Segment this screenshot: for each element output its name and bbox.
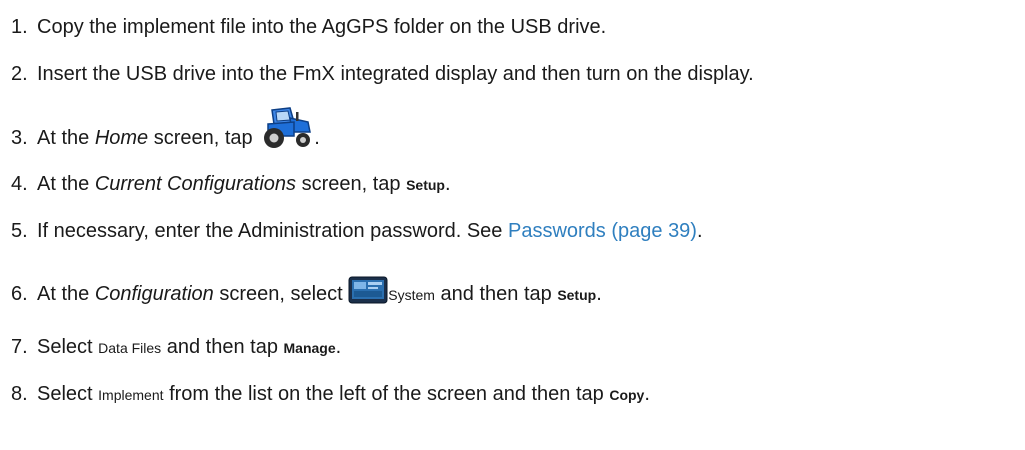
step-5: 5. If necessary, enter the Administration… [11, 220, 703, 242]
step-number: 2. [11, 63, 28, 85]
data-files-item-label: Data Files [98, 340, 162, 356]
step-number: 7. [11, 336, 28, 358]
step-number: 1. [11, 16, 28, 38]
step-6: 6. At the Configuration screen, select Sy… [11, 276, 602, 312]
system-item-label: System [388, 287, 435, 303]
screen-name: Home [94, 127, 149, 149]
step-text: Insert the USB drive into the FmX integr… [37, 63, 754, 85]
step-text: Copy the implement file into the AgGPS f… [37, 16, 607, 38]
step-number: 6. [11, 283, 28, 305]
step-8: 8. Select Implement from the list on the … [11, 383, 650, 405]
instruction-steps: 1. Copy the implement file into the AgGPS… [0, 0, 1025, 450]
step-number: 4. [11, 173, 28, 195]
copy-button-label: Copy [609, 387, 645, 403]
step-3: 3. At the Home screen, tap . [11, 107, 320, 156]
manage-button-label: Manage [283, 340, 336, 356]
screen-name: Current Configurations [94, 173, 297, 195]
step-7: 7. Select Data Files and then tap Manage. [11, 336, 342, 358]
step-4: 4. At the Current Configurations screen, … [11, 173, 451, 195]
screen-name: Configuration [94, 283, 214, 305]
passwords-link[interactable]: Passwords (page 39) [508, 220, 697, 242]
tractor-icon [258, 107, 314, 156]
step-number: 8. [11, 383, 28, 405]
step-1: 1. Copy the implement file into the AgGPS… [11, 15, 606, 39]
setup-button-label: Setup [406, 177, 445, 193]
step-number: 3. [11, 127, 28, 149]
implement-item-label: Implement [98, 387, 164, 403]
setup-button-label: Setup [557, 287, 597, 303]
step-number: 5. [11, 220, 28, 242]
display-icon [348, 276, 388, 312]
step-2: 2. Insert the USB drive into the FmX inte… [11, 62, 754, 86]
